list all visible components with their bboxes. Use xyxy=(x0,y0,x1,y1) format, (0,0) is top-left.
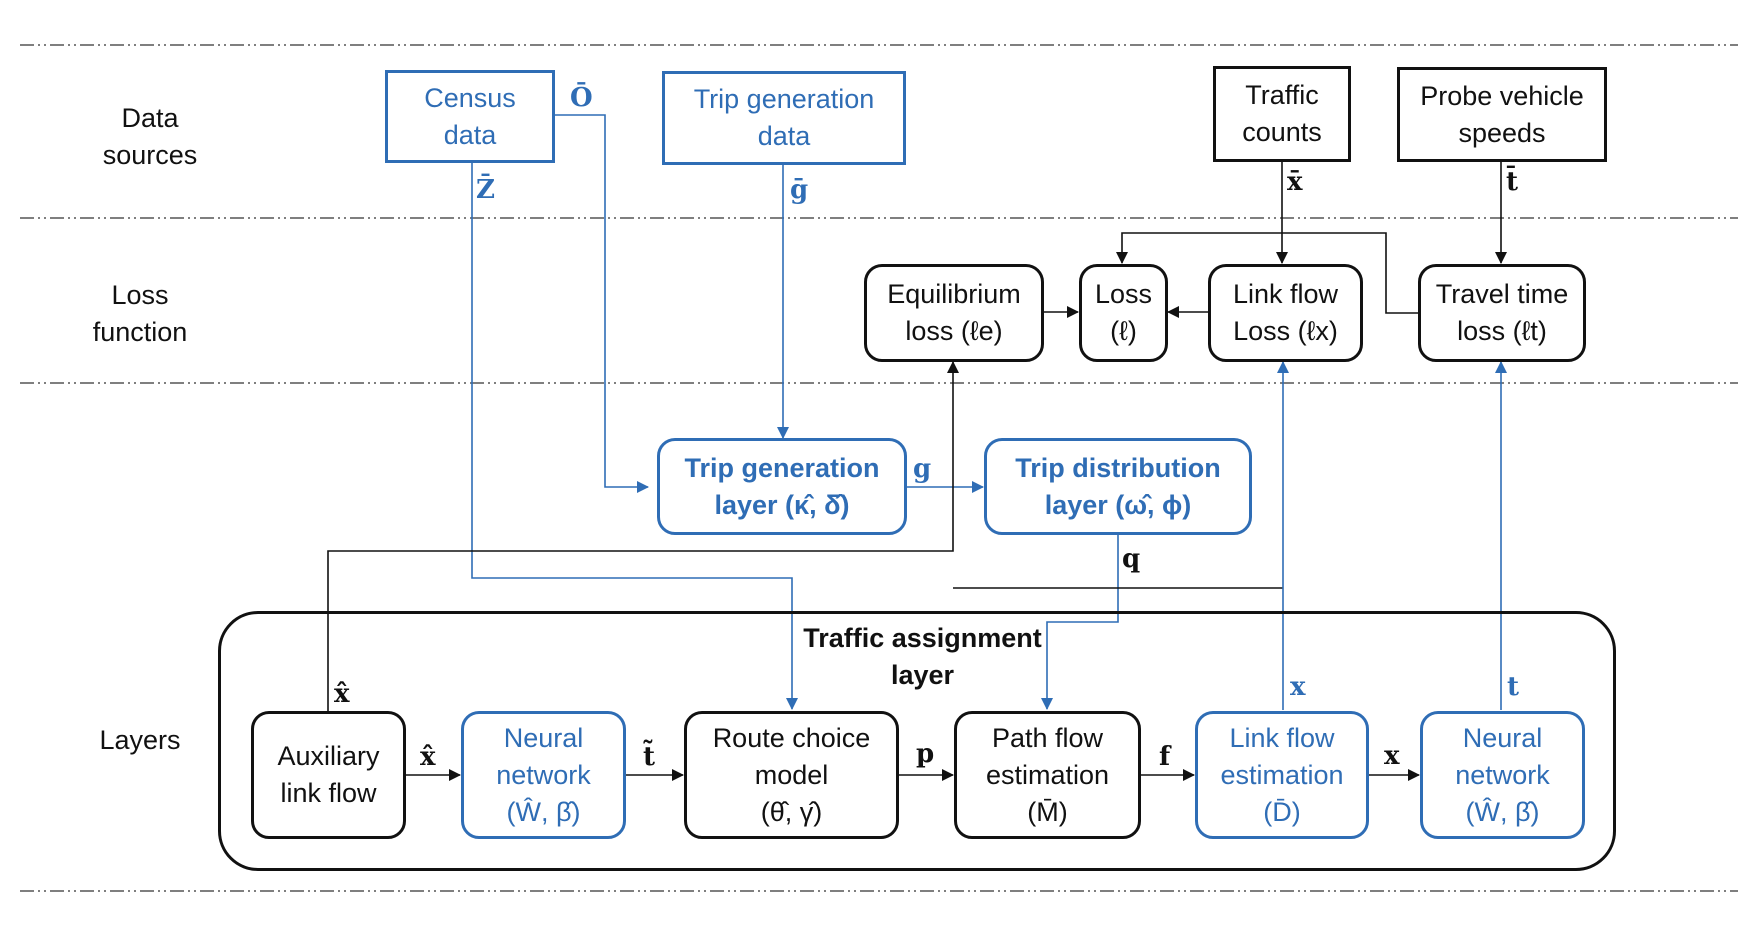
trip-generation-layer-box[interactable]: Trip generation layer (κ̂, δ̂) xyxy=(657,438,907,535)
edge-label-x: x xyxy=(1384,741,1400,771)
edge-label-p: p xyxy=(916,739,935,769)
edge-census-to-trip-generation xyxy=(553,114,649,493)
path-flow-estimation-box[interactable]: Path flow estimation (M̄) xyxy=(954,711,1141,839)
probe-vehicle-speeds-box[interactable]: Probe vehicle speeds xyxy=(1397,67,1607,162)
edge-label-x-hat-up: x̂ xyxy=(334,679,350,709)
edge-label-x-up: x xyxy=(1290,672,1306,702)
traffic-assignment-title: Traffic assignment layer xyxy=(803,623,1042,690)
census-data-box[interactable]: Census data xyxy=(385,70,555,163)
row-label-data-sources: Data sources xyxy=(102,103,198,170)
equilibrium-loss-box[interactable]: Equilibrium loss (ℓe) xyxy=(864,264,1044,362)
trip-generation-data-box[interactable]: Trip generation data xyxy=(662,71,906,165)
edge-label-g-bar: ḡ xyxy=(790,175,809,205)
edge-label-t-up: t xyxy=(1507,672,1520,702)
auxiliary-link-flow-box[interactable]: Auxiliary link flow xyxy=(251,711,406,839)
edge-label-o-bar: Ō xyxy=(570,83,593,113)
row-label-loss-function: Loss function xyxy=(92,280,188,347)
edge-label-f: f xyxy=(1159,742,1171,772)
link-flow-loss-box[interactable]: Link flow Loss (ℓx) xyxy=(1208,264,1363,362)
loss-box[interactable]: Loss (ℓ) xyxy=(1079,264,1168,362)
route-choice-model-box[interactable]: Route choice model (θ̂, γ̂) xyxy=(684,711,899,839)
travel-time-loss-box[interactable]: Travel time loss (ℓt) xyxy=(1418,264,1586,362)
edge-label-t-tilde: t̃ xyxy=(643,742,656,772)
edge-label-z-bar: Z̄ xyxy=(476,175,495,205)
trip-distribution-layer-box[interactable]: Trip distribution layer (ω̂, ϕ) xyxy=(984,438,1252,535)
traffic-counts-box[interactable]: Traffic counts xyxy=(1213,66,1351,162)
row-label-layers: Layers xyxy=(99,725,181,755)
edge-label-q: q xyxy=(1122,544,1141,574)
edge-label-t-bar: t̄ xyxy=(1506,167,1519,197)
neural-network-1-box[interactable]: Neural network (Ŵ, β̂) xyxy=(461,711,626,839)
edge-label-x-bar: x̄ xyxy=(1287,167,1303,197)
neural-network-2-box[interactable]: Neural network (Ŵ, β̂) xyxy=(1420,711,1585,839)
edge-label-g: g xyxy=(913,454,932,484)
link-flow-estimation-box[interactable]: Link flow estimation (D̄) xyxy=(1195,711,1369,839)
edge-label-x-hat: x̂ xyxy=(420,742,436,772)
